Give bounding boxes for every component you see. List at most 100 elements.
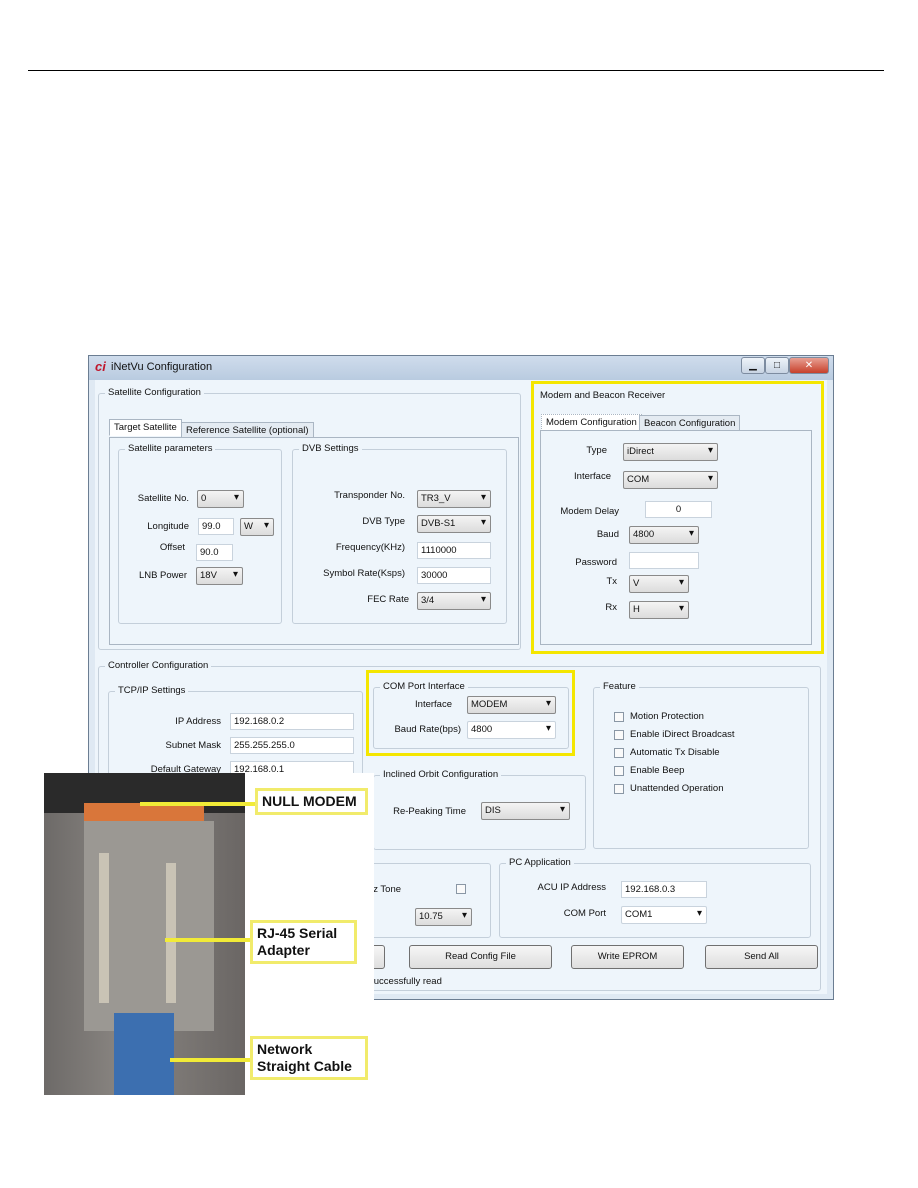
group-label: Controller Configuration: [105, 660, 212, 671]
feature-checkbox[interactable]: [614, 766, 624, 776]
repeak-time-select[interactable]: DIS: [481, 802, 570, 820]
modem-delay-input[interactable]: 0: [645, 501, 712, 518]
feature-checkbox[interactable]: [614, 712, 624, 722]
status-text: successfully read: [369, 976, 442, 987]
null-modem-callout: NULL MODEM: [255, 788, 368, 815]
satellite-params-group: Satellite parameters Satellite No. 0 Lon…: [118, 443, 282, 624]
dvb-type-select[interactable]: DVB-S1: [417, 515, 491, 533]
feature-label: Enable iDirect Broadcast: [630, 729, 735, 740]
label: Type: [586, 445, 607, 456]
label: Subnet Mask: [165, 740, 221, 751]
group-label: TCP/IP Settings: [115, 685, 189, 696]
com-interface-select[interactable]: MODEM: [467, 696, 556, 714]
feature-label: Unattended Operation: [630, 783, 724, 794]
group-label: Inclined Orbit Configuration: [380, 769, 502, 780]
com-port-highlight: COM Port Interface Interface MODEM Baud …: [366, 670, 575, 756]
feature-label: Enable Beep: [630, 765, 685, 776]
label: IP Address: [175, 716, 221, 727]
label: Rx: [605, 602, 617, 613]
read-config-button[interactable]: Read Config File: [409, 945, 552, 969]
header-rule: [28, 70, 884, 71]
feature-checkbox[interactable]: [614, 748, 624, 758]
modem-baud-select[interactable]: 4800: [629, 526, 699, 544]
modem-highlight: Modem and Beacon Receiver Modem Configur…: [531, 381, 824, 654]
label: Modem Delay: [560, 506, 619, 517]
inclined-orbit-group: Inclined Orbit Configuration Re-Peaking …: [373, 769, 586, 850]
symbol-rate-input[interactable]: 30000: [417, 567, 491, 584]
label: Baud: [596, 529, 619, 540]
close-icon[interactable]: ✕: [789, 357, 829, 374]
modem-type-select[interactable]: iDirect: [623, 443, 718, 461]
label: DVB Type: [362, 516, 405, 527]
longitude-input[interactable]: 99.0: [198, 518, 234, 535]
transponder-select[interactable]: TR3_V: [417, 490, 491, 508]
cable-callout: Network Straight Cable: [250, 1036, 368, 1080]
null-modem-adapter-photo: [44, 773, 245, 1095]
label: Password: [575, 557, 617, 568]
group-label: DVB Settings: [299, 443, 362, 454]
satellite-config-group: Satellite Configuration Target Satellite…: [98, 387, 521, 650]
com-port-select[interactable]: COM1: [621, 906, 707, 924]
label: Interface: [574, 471, 611, 482]
maximize-icon[interactable]: □: [765, 357, 789, 374]
label: Satellite No.: [137, 493, 189, 504]
label: Frequency(KHz): [335, 542, 405, 553]
satellite-no-select[interactable]: 0: [197, 490, 244, 508]
callout-line: [170, 1058, 253, 1062]
feature-group: Feature Motion Protection Enable iDirect …: [593, 681, 809, 849]
label: Re-Peaking Time: [393, 806, 466, 817]
app-logo: ci: [95, 359, 106, 374]
pc-application-group: PC Application ACU IP Address 192.168.0.…: [499, 857, 811, 938]
password-input[interactable]: [629, 552, 699, 569]
tone-checkbox[interactable]: [456, 884, 466, 894]
label: LNB Power: [138, 570, 187, 581]
label: ACU IP Address: [537, 882, 606, 893]
window-title: iNetVu Configuration: [111, 361, 213, 373]
callout-line: [140, 802, 258, 806]
feature-checkbox[interactable]: [614, 730, 624, 740]
label: Offset: [159, 542, 185, 553]
ip-address-input[interactable]: 192.168.0.2: [230, 713, 354, 730]
rj45-callout: RJ-45 Serial Adapter: [250, 920, 357, 964]
label: Symbol Rate(Ksps): [323, 568, 405, 579]
group-label: Satellite parameters: [125, 443, 216, 454]
write-eprom-button[interactable]: Write EPROM: [571, 945, 684, 969]
modem-interface-select[interactable]: COM: [623, 471, 718, 489]
fec-rate-select[interactable]: 3/4: [417, 592, 491, 610]
offset-input[interactable]: 90.0: [196, 544, 233, 561]
lnb-power-select[interactable]: 18V: [196, 567, 243, 585]
send-all-button[interactable]: Send All: [705, 945, 818, 969]
lo-frequency-select[interactable]: 10.75: [415, 908, 472, 926]
group-label: PC Application: [506, 857, 574, 868]
subnet-mask-input[interactable]: 255.255.255.0: [230, 737, 354, 754]
callout-line: [165, 938, 253, 942]
label: COM Port: [563, 908, 606, 919]
label: FEC Rate: [367, 594, 409, 605]
feature-label: Automatic Tx Disable: [630, 747, 720, 758]
rx-select[interactable]: H: [629, 601, 689, 619]
group-label: COM Port Interface: [380, 681, 468, 692]
feature-checkbox[interactable]: [614, 784, 624, 794]
modem-config-panel: Type iDirect Interface COM Modem Delay 0…: [540, 430, 812, 645]
acu-ip-input[interactable]: 192.168.0.3: [621, 881, 707, 898]
tab-target-satellite[interactable]: Target Satellite: [109, 419, 182, 436]
feature-label: Motion Protection: [630, 711, 704, 722]
label: Interface: [415, 699, 452, 710]
hemisphere-select[interactable]: W: [240, 518, 274, 536]
label: Longitude: [147, 521, 189, 532]
minimize-icon[interactable]: ▁: [741, 357, 765, 374]
group-label: Feature: [600, 681, 639, 692]
label: Transponder No.: [334, 490, 405, 501]
group-label: Modem and Beacon Receiver: [540, 390, 666, 401]
com-baud-select[interactable]: 4800: [467, 721, 556, 739]
title-bar: ci iNetVu Configuration ▁ □ ✕: [89, 356, 833, 380]
frequency-input[interactable]: 1110000: [417, 542, 491, 559]
com-port-group: COM Port Interface Interface MODEM Baud …: [373, 681, 569, 749]
group-label: Satellite Configuration: [105, 387, 204, 398]
tab-modem-configuration[interactable]: Modem Configuration: [541, 414, 642, 431]
target-satellite-panel: Satellite parameters Satellite No. 0 Lon…: [109, 437, 519, 645]
tx-select[interactable]: V: [629, 575, 689, 593]
label: Baud Rate(bps): [394, 724, 461, 735]
label: Tx: [606, 576, 617, 587]
dvb-settings-group: DVB Settings Transponder No. TR3_V DVB T…: [292, 443, 507, 624]
